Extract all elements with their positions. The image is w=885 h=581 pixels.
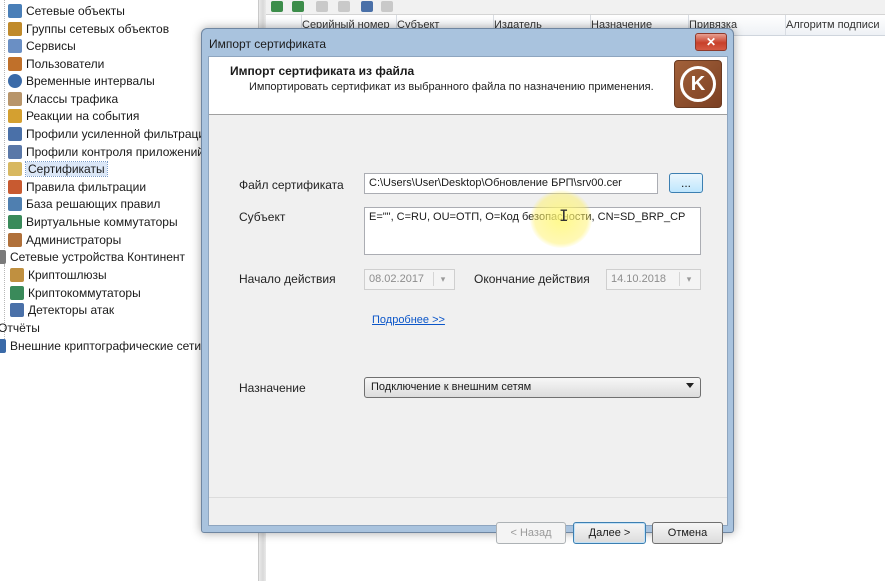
traffic-classes-icon [8,92,22,106]
column-header-signature-algorithm[interactable]: Алгоритм подписи [781,15,885,35]
tree-item-users[interactable]: Пользователи [8,55,104,73]
end-date-label: Окончание действия [474,272,590,286]
network-devices-icon [0,250,6,264]
external-crypto-icon [0,339,6,353]
tree-item-virtual-switches[interactable]: Виртуальные коммутаторы [8,213,178,231]
tree-item-traffic-classes[interactable]: Классы трафика [8,90,118,108]
browse-button[interactable]: ... [669,173,703,193]
tree-item-time-intervals[interactable]: Временные интервалы [8,72,155,90]
rules-base-icon [8,197,22,211]
tree-item-filter-profiles[interactable]: Профили усиленной фильтрации [8,125,212,143]
logo-letter: K [690,73,706,95]
crypto-switch-icon [10,286,24,300]
tree-item-administrators[interactable]: Администраторы [8,231,121,249]
start-date-label: Начало действия [239,272,336,286]
filter-profile-icon [8,127,22,141]
tree-item-filter-rules[interactable]: Правила фильтрации [8,178,146,196]
virtual-switch-icon [8,215,22,229]
tree-item-crypto-gateways[interactable]: Криптошлюзы [10,266,107,284]
start-date-field: 08.02.2017 ▾ [364,269,455,290]
tree-item-reports[interactable]: Отчёты [0,319,40,337]
tree-item-network-groups[interactable]: Группы сетевых объектов [8,20,169,38]
purpose-select-value: Подключение к внешним сетям [371,381,532,393]
delete-icon[interactable] [316,1,328,12]
import-icon[interactable] [292,1,304,12]
add-icon[interactable] [271,1,283,12]
dialog-body: Импорт сертификата из файла Импортироват… [208,56,728,544]
wizard-subtitle: Импортировать сертификат из выбранного ф… [249,81,654,93]
tree-item-services[interactable]: Сервисы [8,37,76,55]
purpose-label: Назначение [239,381,306,395]
next-button[interactable]: Далее > [573,522,646,544]
dialog-divider [209,497,727,498]
cancel-button[interactable]: Отмена [652,522,723,544]
subject-label: Субъект [239,210,286,224]
network-groups-icon [8,22,22,36]
properties-icon[interactable] [338,1,350,12]
calendar-icon: ▾ [433,272,452,286]
export-icon[interactable] [381,1,393,12]
start-date-value: 08.02.2017 [369,273,425,285]
services-icon [8,39,22,53]
back-button[interactable]: < Назад [496,522,566,544]
tree-item-network-objects[interactable]: Сетевые объекты [8,2,125,20]
wizard-title: Импорт сертификата из файла [230,64,415,78]
refresh-icon[interactable] [361,1,373,12]
close-button[interactable]: ✕ [695,33,727,51]
import-certificate-dialog: Импорт сертификата ✕ Импорт сертификата … [201,28,734,544]
details-link[interactable]: Подробнее >> [372,314,445,326]
text-cursor-icon: I [559,206,569,225]
tree-item-crypto-switches[interactable]: Криптокоммутаторы [10,284,141,302]
clock-icon [8,74,22,88]
tree-item-rules-base[interactable]: База решающих правил [8,195,160,213]
dialog-title: Импорт сертификата [209,37,327,51]
continent-logo-icon: K [674,60,722,108]
list-toolbar [266,0,885,15]
tree-item-external-crypto-networks[interactable]: Внешние криптографические сети [0,337,201,355]
purpose-select[interactable]: Подключение к внешним сетям [364,377,701,398]
attack-detector-icon [10,303,24,317]
app-control-icon [8,145,22,159]
crypto-gateway-icon [10,268,24,282]
tree-item-network-devices[interactable]: Сетевые устройства Континент [0,248,185,266]
tree-item-attack-detectors[interactable]: Детекторы атак [10,301,114,319]
admins-icon [8,233,22,247]
network-objects-icon [8,4,22,18]
file-label: Файл сертификата [239,178,344,192]
certificates-icon [8,162,22,176]
tree-item-app-control[interactable]: Профили контроля приложений [8,143,204,161]
end-date-value: 14.10.2018 [611,273,667,285]
bell-icon [8,109,22,123]
certificate-file-field[interactable]: C:\Users\User\Desktop\Обновление БРП\srv… [364,173,658,194]
tree-item-event-reactions[interactable]: Реакции на события [8,107,139,125]
end-date-field: 14.10.2018 ▾ [606,269,701,290]
filter-rules-icon [8,180,22,194]
close-icon: ✕ [705,35,717,49]
wizard-header: Импорт сертификата из файла Импортироват… [209,57,727,115]
tree-item-certificates[interactable]: Сертификаты [8,160,108,178]
chevron-down-icon [686,383,694,388]
users-icon [8,57,22,71]
calendar-icon: ▾ [679,272,698,286]
